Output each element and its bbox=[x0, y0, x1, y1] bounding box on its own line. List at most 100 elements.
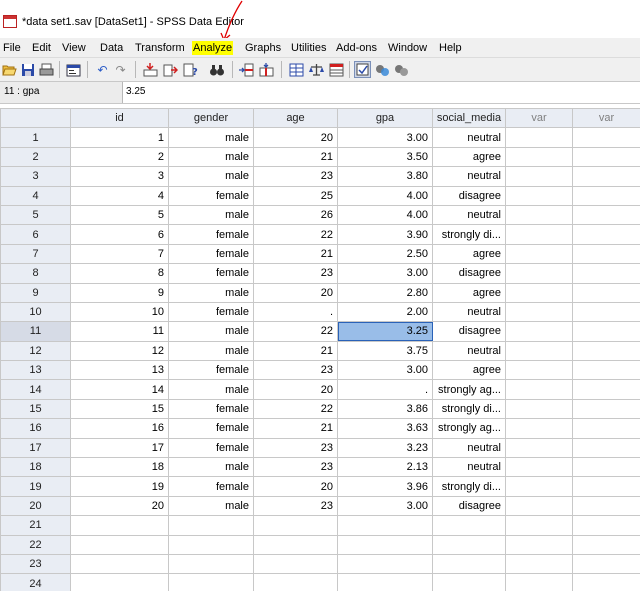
cell-var2[interactable] bbox=[572, 127, 640, 148]
cell-gpa[interactable]: 4.00 bbox=[337, 185, 433, 206]
cell-age[interactable]: 22 bbox=[253, 224, 338, 245]
cell-social-media[interactable]: strongly di... bbox=[432, 224, 506, 245]
cell-id[interactable]: 13 bbox=[70, 360, 169, 381]
column-header-gender[interactable]: gender bbox=[168, 107, 254, 129]
insert-cases-icon[interactable] bbox=[238, 61, 255, 78]
cell-gpa[interactable]: 3.23 bbox=[337, 437, 433, 459]
column-header-gpa[interactable]: gpa bbox=[337, 107, 433, 129]
row-number[interactable]: 9 bbox=[0, 282, 71, 303]
cell-age[interactable]: 25 bbox=[253, 185, 338, 206]
cell-var[interactable] bbox=[505, 204, 573, 226]
cell-id[interactable]: 5 bbox=[70, 204, 169, 226]
cell-social-media[interactable]: disagree bbox=[432, 321, 506, 342]
cell-social-media[interactable]: neutral bbox=[432, 340, 506, 362]
cell-social-media[interactable] bbox=[432, 553, 506, 575]
cell-social-media[interactable]: strongly ag... bbox=[432, 379, 506, 400]
menu-data[interactable]: Data bbox=[99, 41, 124, 55]
cell-social-media[interactable]: disagree bbox=[432, 263, 506, 284]
cell-social-media[interactable] bbox=[432, 573, 506, 591]
cell-gender[interactable]: male bbox=[168, 146, 254, 168]
cell-id[interactable]: 3 bbox=[70, 166, 169, 187]
row-number[interactable]: 22 bbox=[0, 534, 71, 555]
menu-transform[interactable]: Transform bbox=[134, 41, 186, 55]
cell-social-media[interactable]: neutral bbox=[432, 204, 506, 226]
cell-var[interactable] bbox=[505, 534, 573, 555]
cell-var2[interactable] bbox=[572, 360, 640, 381]
cell-id[interactable]: 9 bbox=[70, 282, 169, 303]
cell-age[interactable]: 22 bbox=[253, 321, 338, 342]
cell-age[interactable]: 21 bbox=[253, 243, 338, 265]
use-sets-icon[interactable] bbox=[374, 61, 391, 78]
cell-gpa[interactable]: 3.25 bbox=[337, 321, 433, 342]
row-number[interactable]: 19 bbox=[0, 476, 71, 497]
redo-icon[interactable]: ↷ bbox=[112, 61, 129, 78]
cell-var2[interactable] bbox=[572, 418, 640, 439]
find-icon[interactable] bbox=[208, 61, 225, 78]
cell-gpa[interactable]: 3.86 bbox=[337, 398, 433, 420]
cell-gender[interactable]: female bbox=[168, 224, 254, 245]
cell-gender[interactable]: female bbox=[168, 437, 254, 459]
cell-social-media[interactable]: agree bbox=[432, 146, 506, 168]
cell-var[interactable] bbox=[505, 224, 573, 245]
cell-var[interactable] bbox=[505, 360, 573, 381]
row-number[interactable]: 23 bbox=[0, 553, 71, 575]
row-number[interactable]: 14 bbox=[0, 379, 71, 400]
cell-gender[interactable]: male bbox=[168, 204, 254, 226]
row-number[interactable]: 2 bbox=[0, 146, 71, 168]
cell-id[interactable]: 16 bbox=[70, 418, 169, 439]
cell-gpa[interactable] bbox=[337, 553, 433, 575]
menu-add-ons[interactable]: Add-ons bbox=[335, 41, 378, 55]
cell-id[interactable]: 15 bbox=[70, 398, 169, 420]
cell-id[interactable]: 1 bbox=[70, 127, 169, 148]
cell-var2[interactable] bbox=[572, 301, 640, 323]
cell-id[interactable]: 4 bbox=[70, 185, 169, 206]
cell-var2[interactable] bbox=[572, 457, 640, 478]
cell-gpa[interactable]: 3.75 bbox=[337, 340, 433, 362]
cell-id[interactable] bbox=[70, 534, 169, 555]
cell-gender[interactable]: female bbox=[168, 301, 254, 323]
row-number[interactable]: 5 bbox=[0, 204, 71, 226]
cell-var2[interactable] bbox=[572, 224, 640, 245]
cell-gender[interactable]: female bbox=[168, 398, 254, 420]
show-all-variables-icon[interactable] bbox=[393, 61, 410, 78]
cell-var[interactable] bbox=[505, 185, 573, 206]
cell-social-media[interactable] bbox=[432, 534, 506, 555]
cell-age[interactable]: 21 bbox=[253, 340, 338, 362]
cell-gender[interactable]: male bbox=[168, 127, 254, 148]
cell-age[interactable] bbox=[253, 515, 338, 536]
cell-id[interactable]: 7 bbox=[70, 243, 169, 265]
cell-id[interactable]: 19 bbox=[70, 476, 169, 497]
cell-gender[interactable]: female bbox=[168, 243, 254, 265]
cell-social-media[interactable]: strongly di... bbox=[432, 476, 506, 497]
row-number[interactable]: 13 bbox=[0, 360, 71, 381]
cell-var2[interactable] bbox=[572, 495, 640, 517]
cell-gpa[interactable]: 3.00 bbox=[337, 495, 433, 517]
save-icon[interactable] bbox=[19, 61, 36, 78]
weight-cases-icon[interactable] bbox=[308, 61, 325, 78]
cell-id[interactable]: 6 bbox=[70, 224, 169, 245]
value-labels-icon[interactable] bbox=[354, 61, 371, 78]
cell-value-input[interactable]: 3.25 bbox=[126, 86, 145, 97]
cell-gender[interactable]: male bbox=[168, 340, 254, 362]
cell-var[interactable] bbox=[505, 340, 573, 362]
cell-var2[interactable] bbox=[572, 146, 640, 168]
cell-gender[interactable] bbox=[168, 573, 254, 591]
menu-help[interactable]: Help bbox=[438, 41, 463, 55]
menu-analyze[interactable]: Analyze bbox=[192, 41, 234, 55]
row-number[interactable]: 1 bbox=[0, 127, 71, 148]
menu-utilities[interactable]: Utilities bbox=[290, 41, 327, 55]
cell-age[interactable]: 23 bbox=[253, 437, 338, 459]
cell-gpa[interactable]: 3.00 bbox=[337, 127, 433, 148]
cell-var[interactable] bbox=[505, 146, 573, 168]
cell-var[interactable] bbox=[505, 282, 573, 303]
cell-var[interactable] bbox=[505, 495, 573, 517]
cell-var2[interactable] bbox=[572, 573, 640, 591]
cell-var[interactable] bbox=[505, 398, 573, 420]
row-number[interactable]: 17 bbox=[0, 437, 71, 459]
cell-gpa[interactable]: 3.00 bbox=[337, 263, 433, 284]
goto-variable-icon[interactable] bbox=[162, 61, 179, 78]
cell-gender[interactable]: male bbox=[168, 457, 254, 478]
cell-age[interactable]: . bbox=[253, 301, 338, 323]
cell-gender[interactable]: male bbox=[168, 282, 254, 303]
cell-var[interactable] bbox=[505, 457, 573, 478]
